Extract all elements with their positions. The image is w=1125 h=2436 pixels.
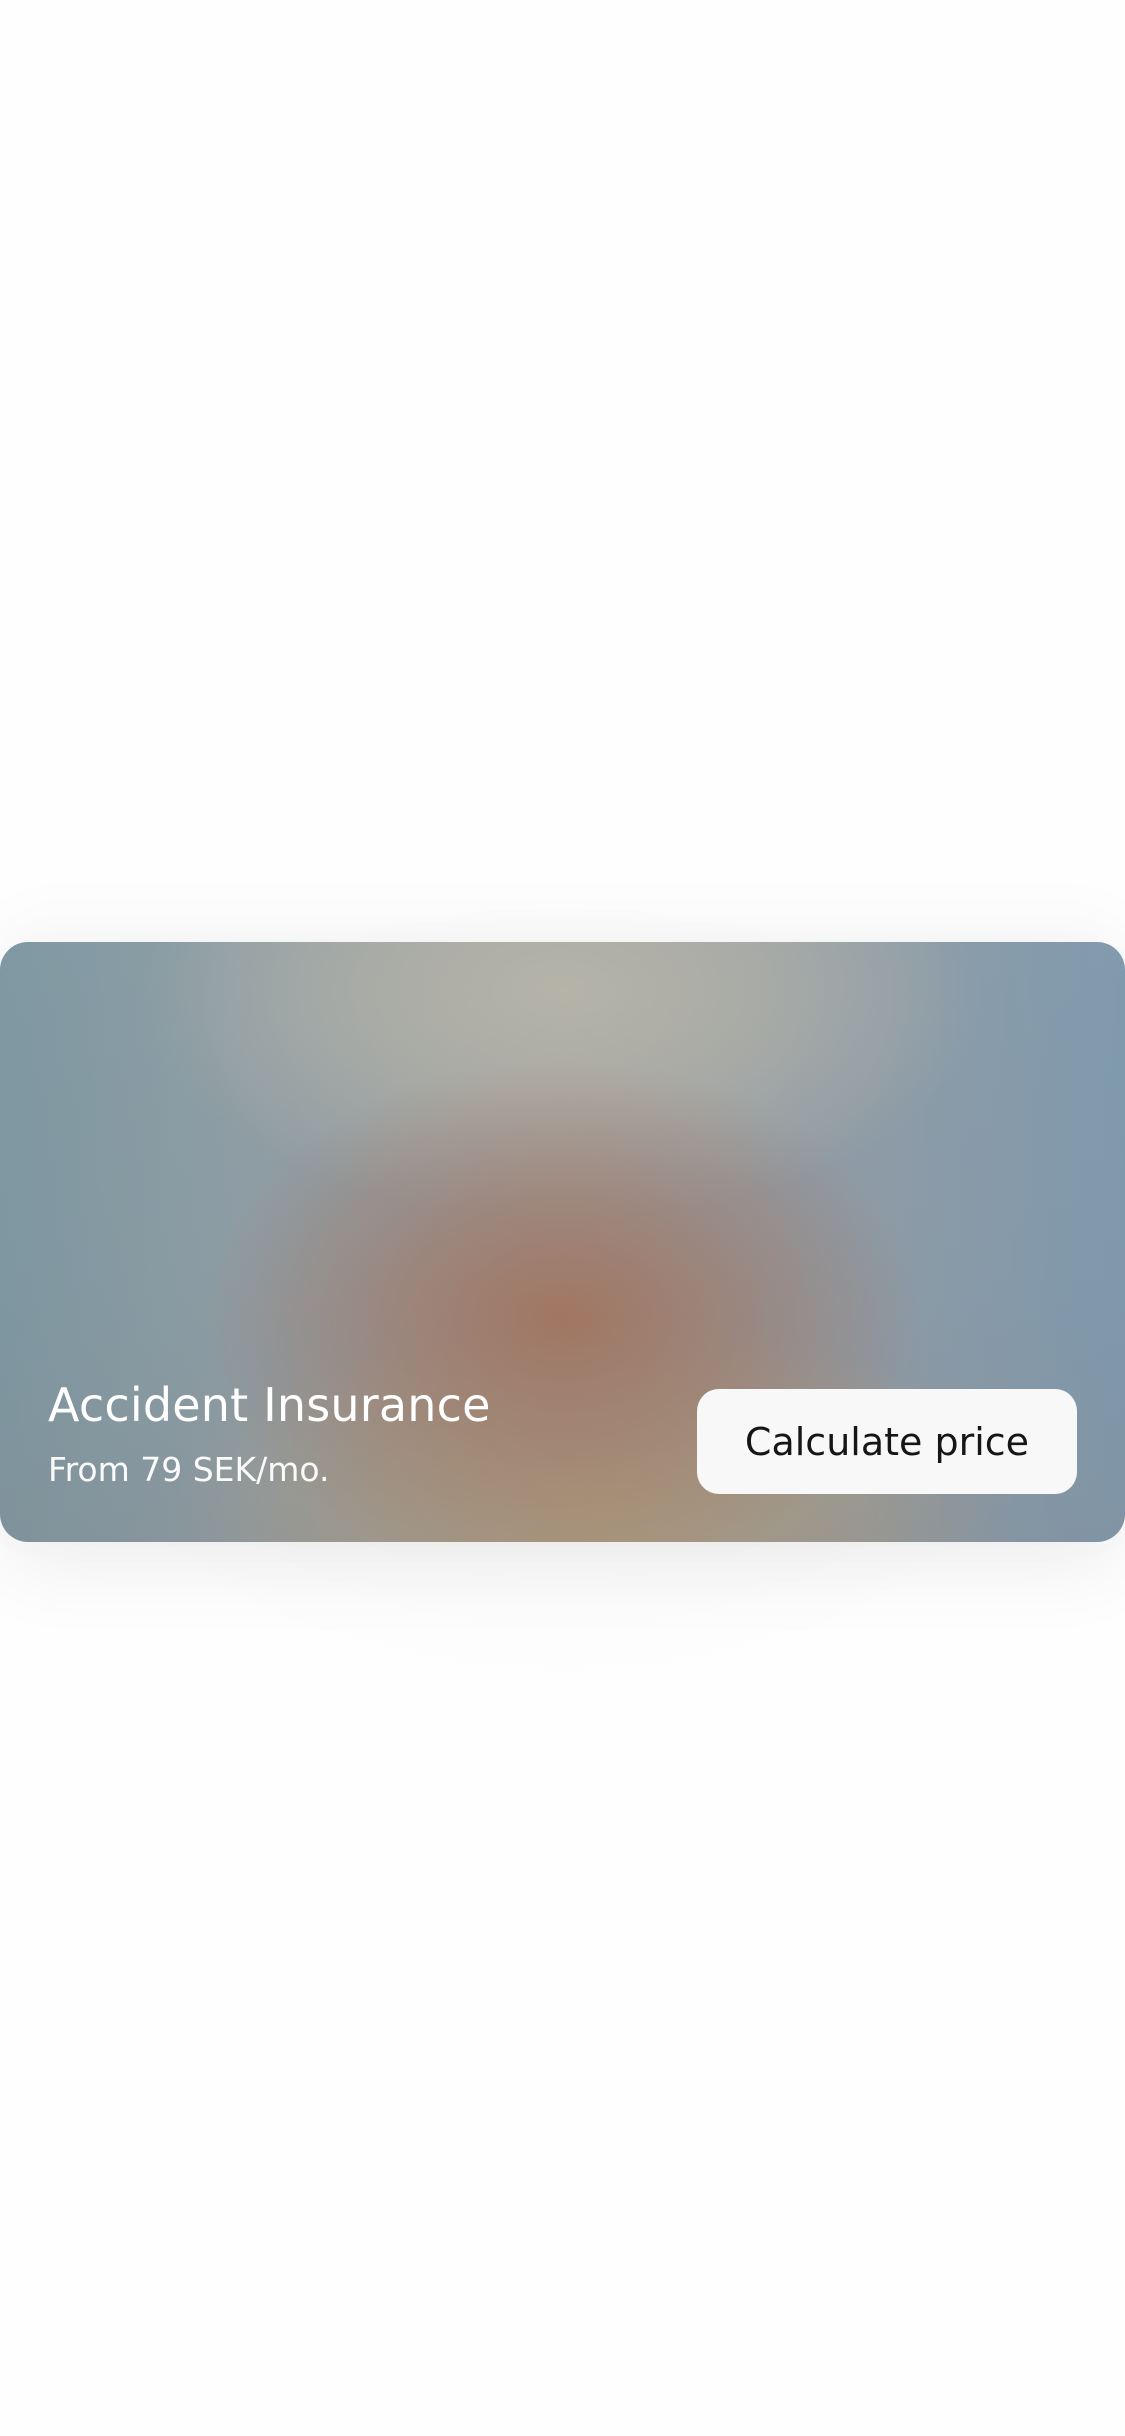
insurance-price: From 79 SEK/mo.: [48, 1450, 330, 1489]
insurance-title: Accident Insurance: [48, 1378, 491, 1432]
calculate-price-button[interactable]: Calculate price: [697, 1389, 1077, 1494]
